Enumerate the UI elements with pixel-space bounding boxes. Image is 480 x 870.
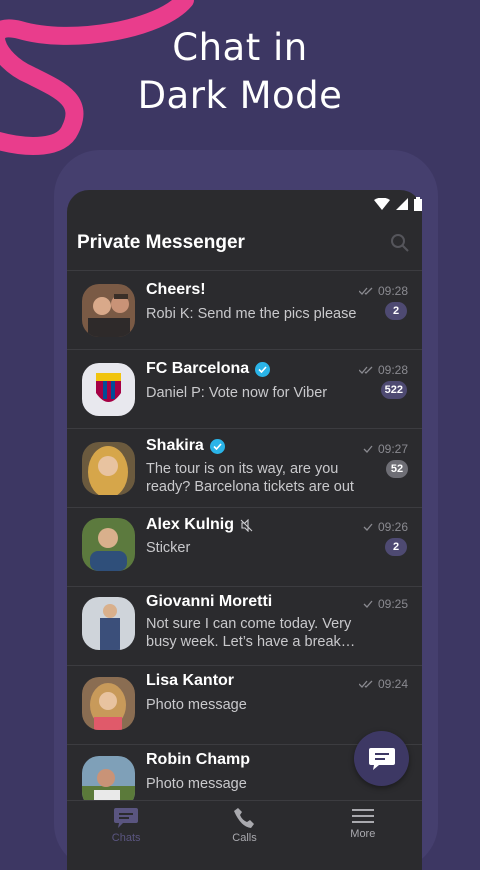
delivered-check-icon <box>363 445 373 453</box>
unread-badge: 2 <box>385 538 407 556</box>
phone-icon <box>234 808 255 828</box>
nav-calls[interactable]: Calls <box>185 801 303 855</box>
chat-row-alex-kulnig[interactable]: Alex Kulnig Sticker 09:26 2 <box>67 507 422 586</box>
unread-badge: 522 <box>380 381 407 399</box>
chat-preview: Daniel P: Vote now for Viber <box>146 385 328 401</box>
chat-name: Cheers! <box>146 281 206 298</box>
chat-time: 09:26 <box>363 520 408 534</box>
bottom-navigation: Chats Calls More <box>67 800 422 855</box>
avatar <box>82 597 135 650</box>
app-title: Private Messenger <box>77 232 245 253</box>
chat-row-lisa-kantor[interactable]: Lisa Kantor Photo message 09:24 <box>67 665 422 744</box>
chat-row-fc-barcelona[interactable]: FC Barcelona Daniel P: Vote now for Vibe… <box>67 349 422 428</box>
chat-time: 09:24 <box>358 677 408 691</box>
app-bar: Private Messenger <box>67 222 422 270</box>
chat-name: Alex Kulnig <box>146 516 253 534</box>
chat-name: Lisa Kantor <box>146 672 235 689</box>
chat-time: 09:28 <box>358 363 408 377</box>
nav-chats[interactable]: Chats <box>67 801 185 855</box>
compose-icon <box>368 747 395 770</box>
nav-more[interactable]: More <box>304 801 422 855</box>
chat-name: FC Barcelona <box>146 360 271 378</box>
avatar <box>82 677 135 730</box>
avatar <box>82 284 135 337</box>
read-check-icon <box>358 287 373 295</box>
chat-name: Robin Champ <box>146 751 250 768</box>
chat-row-giovanni-moretti[interactable]: Giovanni Moretti Not sure I can come tod… <box>67 586 422 665</box>
chat-preview: Sticker <box>146 540 191 556</box>
chat-row-shakira[interactable]: Shakira The tour is on its way, are you … <box>67 428 422 507</box>
chat-time: 09:27 <box>363 442 408 456</box>
signal-icon <box>396 198 408 210</box>
chat-preview: The tour is on its way, are you ready? B… <box>146 461 354 495</box>
menu-icon <box>351 809 374 823</box>
avatar <box>82 442 135 495</box>
chat-preview: Not sure I can come today. Very busy wee… <box>146 616 356 650</box>
battery-icon <box>414 197 422 211</box>
unread-badge: 52 <box>386 460 408 478</box>
chat-name: Giovanni Moretti <box>146 593 273 610</box>
chat-time: 09:25 <box>363 597 408 611</box>
headline-line-2: Dark Mode <box>137 74 343 117</box>
chat-preview: Robi K: Send me the pics please <box>146 306 357 322</box>
verified-icon <box>255 361 271 377</box>
avatar <box>82 518 135 571</box>
nav-more-label: More <box>350 828 376 840</box>
wifi-icon <box>374 198 390 210</box>
avatar <box>82 363 135 416</box>
search-icon[interactable] <box>390 233 410 253</box>
headline-line-1: Chat in <box>172 26 308 69</box>
nav-chats-label: Chats <box>111 832 141 844</box>
chat-preview: Photo message <box>146 776 247 792</box>
read-check-icon <box>358 366 373 374</box>
chat-row-cheers[interactable]: Cheers! Robi K: Send me the pics please … <box>67 270 422 349</box>
chat-name: Shakira <box>146 437 225 455</box>
nav-calls-label: Calls <box>232 832 257 844</box>
chat-time: 09:28 <box>358 284 408 298</box>
verified-icon <box>209 438 225 454</box>
promo-headline: Chat in Dark Mode <box>0 24 480 120</box>
mute-icon <box>240 518 253 532</box>
delivered-check-icon <box>363 600 373 608</box>
chat-icon <box>114 808 139 828</box>
chat-preview: Photo message <box>146 697 247 713</box>
delivered-check-icon <box>363 523 373 531</box>
unread-badge: 2 <box>385 302 407 320</box>
read-check-icon <box>358 680 373 688</box>
status-bar <box>374 197 422 211</box>
compose-button[interactable] <box>354 731 409 786</box>
